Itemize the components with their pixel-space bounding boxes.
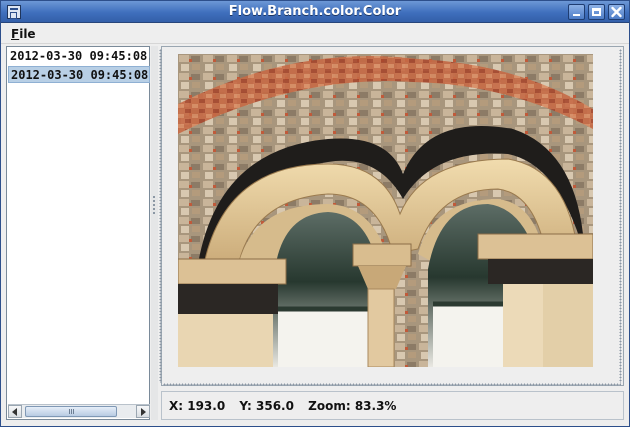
scroll-thumb[interactable] — [25, 406, 117, 417]
cursor-x: X: 193.0 — [169, 399, 226, 413]
list-item[interactable]: 2012-03-30 09:45:08. — [8, 48, 150, 65]
menu-file-label: ile — [19, 27, 36, 41]
list-item-selected[interactable]: 2012-03-30 09:45:08. — [8, 66, 150, 83]
cursor-y: Y: 356.0 — [239, 399, 294, 413]
horizontal-scrollbar[interactable] — [8, 404, 150, 418]
title-bar[interactable]: Flow.Branch.color.Color — [1, 1, 629, 23]
scroll-right-icon[interactable] — [136, 405, 150, 418]
maximize-button[interactable] — [588, 4, 605, 20]
split-pane-divider[interactable] — [151, 46, 158, 420]
panel-border-left — [159, 49, 162, 383]
grip-icon — [69, 409, 74, 414]
panel-border-right — [619, 49, 622, 383]
application-window: Flow.Branch.color.Color File 2012-03-30 … — [0, 0, 630, 427]
close-icon — [611, 6, 622, 18]
arch-window-photo[interactable] — [178, 54, 593, 367]
timestamp-list[interactable]: 2012-03-30 09:45:08. 2012-03-30 09:45:08… — [6, 46, 150, 420]
scroll-left-icon[interactable] — [8, 405, 22, 418]
maximize-icon — [592, 8, 601, 16]
menu-file-mnemonic: F — [11, 27, 20, 41]
zoom-level: Zoom: 83.3% — [308, 399, 397, 413]
menu-file[interactable]: File — [11, 27, 36, 41]
window-title: Flow.Branch.color.Color — [228, 4, 402, 19]
minimize-button[interactable] — [568, 4, 585, 20]
status-bar: X: 193.0 Y: 356.0 Zoom: 83.3% — [161, 391, 624, 420]
panel-border-bottom — [163, 383, 621, 386]
menu-bar: File — [1, 24, 629, 44]
close-button[interactable] — [608, 4, 625, 20]
minimize-icon — [573, 14, 580, 16]
photo-image — [178, 54, 593, 367]
status-readout: X: 193.0 Y: 356.0 Zoom: 83.3% — [169, 399, 406, 413]
